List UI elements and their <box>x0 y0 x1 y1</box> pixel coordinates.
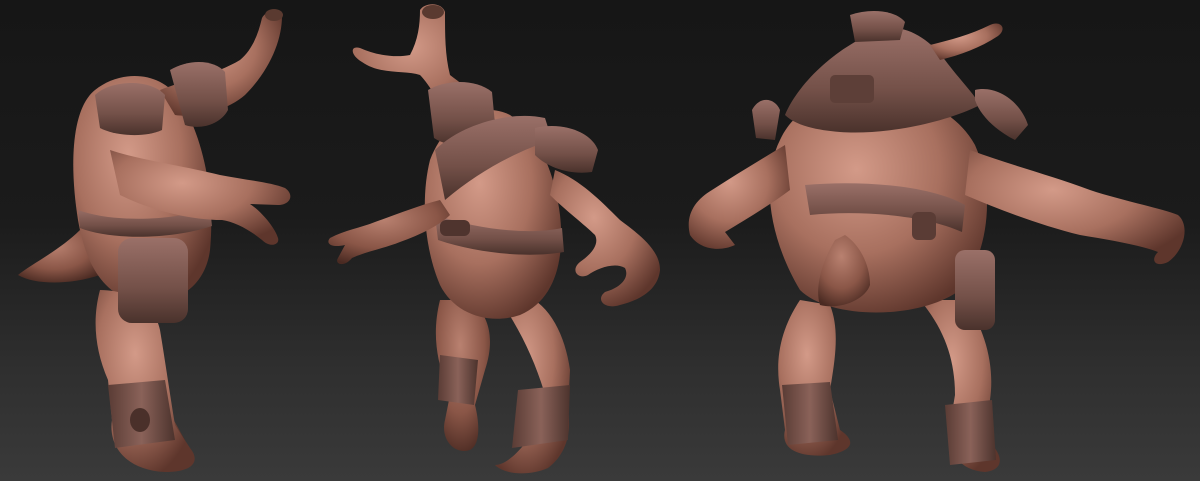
figure-back-view <box>688 10 1185 472</box>
figure-three-quarter-front <box>328 4 660 474</box>
sculpt-render <box>18 4 1185 474</box>
render-viewport <box>0 0 1200 481</box>
figure-side-view <box>18 9 291 472</box>
